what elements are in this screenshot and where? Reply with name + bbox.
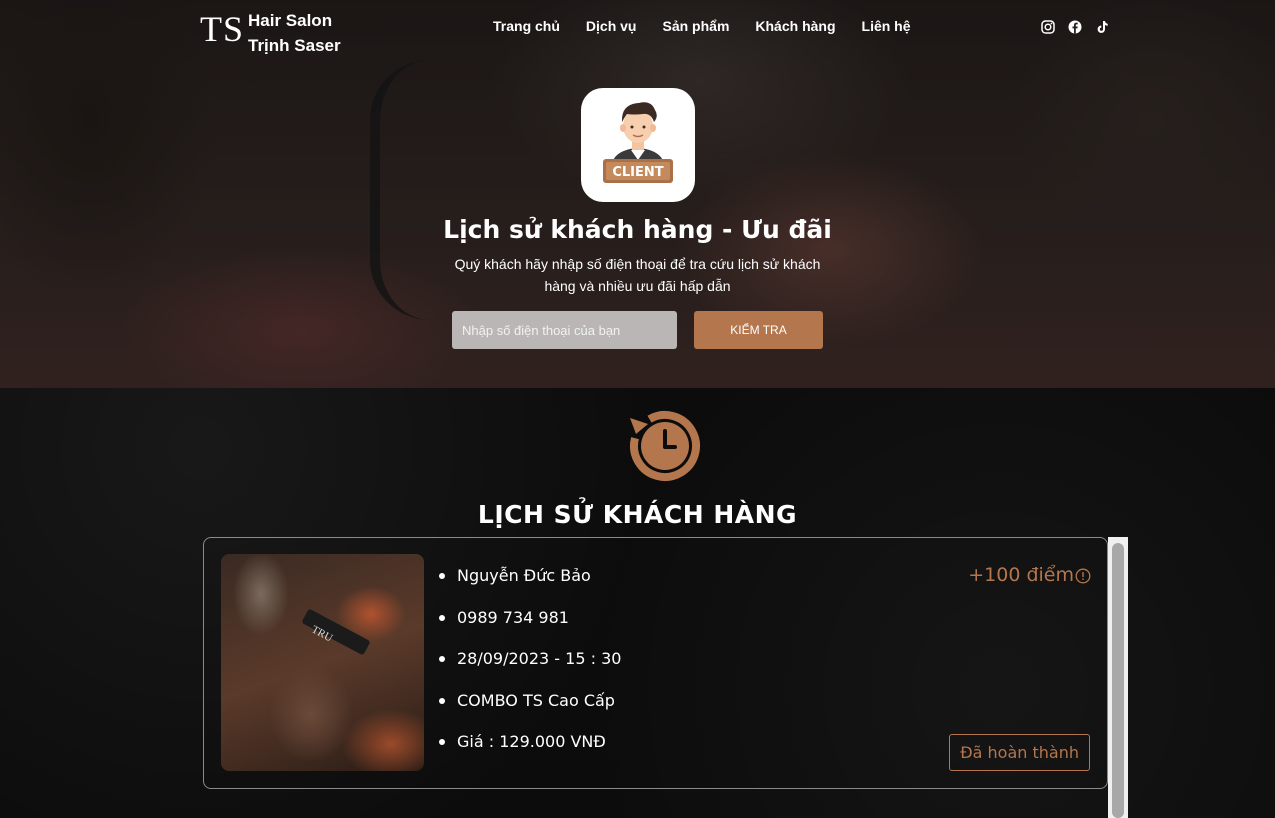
- nav-customers[interactable]: Khách hàng: [755, 18, 835, 34]
- nav-contact[interactable]: Liên hệ: [862, 18, 911, 34]
- logo-mark[interactable]: TS: [200, 8, 244, 50]
- hero-content: CLIENT Lịch sử khách hàng - Ưu đãi Quý k…: [0, 88, 1275, 349]
- info-icon[interactable]: [1075, 568, 1091, 584]
- instagram-icon[interactable]: [1041, 20, 1055, 34]
- service-name: COMBO TS Cao Cấp: [437, 691, 621, 733]
- service-price: Giá : 129.000 VNĐ: [437, 732, 621, 774]
- history-title: LỊCH SỬ KHÁCH HÀNG: [477, 500, 798, 529]
- customer-history-section: LỊCH SỬ KHÁCH HÀNG TRU Nguyễn Đức Bảo 09…: [0, 388, 1275, 818]
- site-header: TS Hair Salon Trịnh Saser Trang chủ Dịch…: [0, 0, 1275, 60]
- check-button[interactable]: KIỂM TRA: [694, 311, 823, 349]
- social-links: [1041, 20, 1109, 34]
- nav-services[interactable]: Dịch vụ: [586, 18, 637, 34]
- nav-home[interactable]: Trang chủ: [493, 18, 560, 34]
- phone-input[interactable]: [452, 311, 677, 349]
- history-clock-icon: [630, 411, 700, 481]
- reward-points: +100 điểm: [968, 564, 1091, 586]
- logo-line-1: Hair Salon: [248, 11, 333, 30]
- scrollbar-thumb[interactable]: [1112, 543, 1124, 818]
- nav-products[interactable]: Sản phẩm: [662, 18, 729, 34]
- history-scrollbar[interactable]: [1108, 537, 1128, 818]
- customer-name: Nguyễn Đức Bảo: [437, 566, 621, 608]
- logo-line-2: Trịnh Saser: [248, 36, 341, 55]
- client-badge-text: CLIENT: [612, 165, 663, 180]
- phone-search-form: KIỂM TRA: [0, 311, 1275, 349]
- facebook-icon[interactable]: [1068, 20, 1082, 34]
- visit-datetime: 28/09/2023 - 15 : 30: [437, 649, 621, 691]
- client-avatar-icon: CLIENT: [580, 88, 695, 202]
- points-value: +100 điểm: [968, 564, 1074, 586]
- customer-photo: TRU: [221, 554, 424, 771]
- page-title: Lịch sử khách hàng - Ưu đãi: [443, 215, 832, 244]
- page-subtitle: Quý khách hãy nhập số điện thoại để tra …: [454, 256, 821, 294]
- record-details: Nguyễn Đức Bảo 0989 734 981 28/09/2023 -…: [437, 566, 621, 774]
- logo-text[interactable]: Hair Salon Trịnh Saser: [248, 8, 341, 58]
- status-badge[interactable]: Đã hoàn thành: [949, 734, 1090, 771]
- customer-phone: 0989 734 981: [437, 608, 621, 650]
- tiktok-icon[interactable]: [1095, 20, 1109, 34]
- main-nav: Trang chủ Dịch vụ Sản phẩm Khách hàng Li…: [493, 18, 937, 34]
- history-record-card: TRU Nguyễn Đức Bảo 0989 734 981 28/09/20…: [203, 537, 1108, 789]
